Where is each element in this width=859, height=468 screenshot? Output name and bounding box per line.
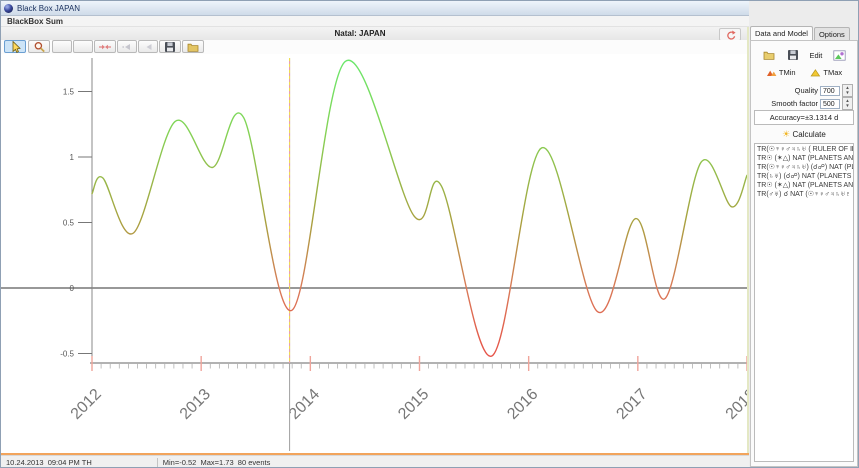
forward-button[interactable] xyxy=(138,40,158,53)
tmin-icon xyxy=(766,68,777,77)
y-tick-label: 1.5 xyxy=(63,88,75,97)
x-year-label: 2014 xyxy=(286,386,323,423)
x-year-label: 2012 xyxy=(68,386,105,423)
app-icon xyxy=(4,4,13,13)
astro-list-item[interactable]: TR☉ (✶△) NAT (PLANETS AND xyxy=(757,154,853,163)
aspects-list[interactable]: TR(☉♆♀♂♃♄♅ ( RULER OF Ⅱ )TR☉ (✶△) NAT (P… xyxy=(754,143,854,462)
arrow-left-icon xyxy=(142,41,154,53)
open-button[interactable] xyxy=(182,40,204,53)
arrow-left-icon xyxy=(121,41,133,53)
x-year-label: 2018 xyxy=(723,386,749,423)
accuracy-readout: Accuracy=±3.1314 d xyxy=(754,110,854,125)
smooth-factor-label: Smooth factor xyxy=(771,99,818,108)
calculate-button[interactable]: ☀ Calculate xyxy=(751,129,857,140)
menu-blackbox-sum[interactable]: BlackBox Sum xyxy=(4,17,66,26)
tmax-icon xyxy=(810,68,821,77)
signal-curve xyxy=(92,60,747,356)
picture-icon[interactable] xyxy=(833,50,846,61)
astro-list-item[interactable]: TR(♄♅) (☌☍) NAT (PLANETS A xyxy=(757,172,853,181)
status-datetime: 10.24.2013 09:04 PM TH xyxy=(1,458,97,467)
open-folder-icon[interactable] xyxy=(762,49,776,61)
side-panel: Data and Model Options Edit xyxy=(749,1,859,468)
tmax-button[interactable]: TMax xyxy=(810,68,842,77)
cursor-icon xyxy=(9,41,22,53)
inward-arrows-icon xyxy=(98,41,112,53)
smooth-factor-spinner[interactable]: ▲▼ xyxy=(842,97,853,110)
application-window: Black Box JAPAN × BlackBox Sum Natal: JA… xyxy=(0,0,859,468)
folder-icon xyxy=(186,41,200,53)
chart-header: Natal: JAPAN xyxy=(1,27,749,41)
save-button[interactable] xyxy=(159,40,181,53)
status-stats: Min=-0.52 Max=1.73 80 events xyxy=(158,458,276,467)
menu-bar: BlackBox Sum xyxy=(1,16,858,27)
zoom-tool-button[interactable] xyxy=(28,40,50,53)
tab-options[interactable]: Options xyxy=(814,27,850,40)
status-bar: 10.24.2013 09:04 PM TH Min=-0.52 Max=1.7… xyxy=(1,455,749,468)
astro-list-item[interactable]: TR(☉♆♀♂♃♄♅ ( RULER OF Ⅱ ) xyxy=(757,145,853,154)
refresh-icon xyxy=(724,30,736,40)
sun-icon: ☀ xyxy=(782,129,790,139)
chart-canvas[interactable]: 1.5 1 0.5 0 -0.5 2012 2013 2014 2015 2016 2017 2018 xyxy=(1,53,749,453)
quality-spinner[interactable]: ▲▼ xyxy=(842,84,853,97)
astro-list-item[interactable]: TR(♂♅) ☌ NAT (☉♆♀♂♃♄♅♇ xyxy=(757,190,853,199)
back-button[interactable] xyxy=(117,40,137,53)
magnifier-icon xyxy=(33,41,46,53)
select-tool-button[interactable] xyxy=(4,40,26,53)
empty-tool-button-1[interactable] xyxy=(52,40,72,53)
panel-body: Edit TMin xyxy=(750,40,858,467)
x-year-label: 2015 xyxy=(395,386,432,423)
astro-list-item[interactable]: TR☉ (✶△) NAT (PLANETS AND xyxy=(757,181,853,190)
edit-button[interactable]: Edit xyxy=(809,51,822,60)
tab-data-and-model[interactable]: Data and Model xyxy=(750,26,813,40)
title-bar: Black Box JAPAN × xyxy=(1,1,858,16)
y-tick-label: 0 xyxy=(70,284,75,293)
tmin-button[interactable]: TMin xyxy=(766,68,796,77)
quality-input[interactable]: 700 xyxy=(820,86,840,96)
empty-tool-button-2[interactable] xyxy=(73,40,93,53)
astro-list-item[interactable]: TR(☉♆♀♂♃♄♅) (☌☍) NAT (PL xyxy=(757,163,853,172)
y-tick-label: 0.5 xyxy=(63,219,75,228)
x-year-label: 2017 xyxy=(613,386,650,423)
smooth-factor-input[interactable]: 500 xyxy=(820,99,840,109)
y-tick-label: -0.5 xyxy=(60,350,74,359)
chart-title: Natal: JAPAN xyxy=(1,29,719,38)
save-icon[interactable] xyxy=(787,49,799,61)
quality-label: Quality xyxy=(795,86,818,95)
link-tool-button[interactable] xyxy=(94,40,116,53)
x-year-label: 2016 xyxy=(504,386,541,423)
x-year-label: 2013 xyxy=(177,386,214,423)
y-tick-label: 1 xyxy=(70,153,75,162)
panel-tabs: Data and Model Options xyxy=(750,25,851,40)
toolbar xyxy=(1,40,749,54)
window-title: Black Box JAPAN xyxy=(17,4,80,13)
floppy-disk-icon xyxy=(164,41,176,53)
